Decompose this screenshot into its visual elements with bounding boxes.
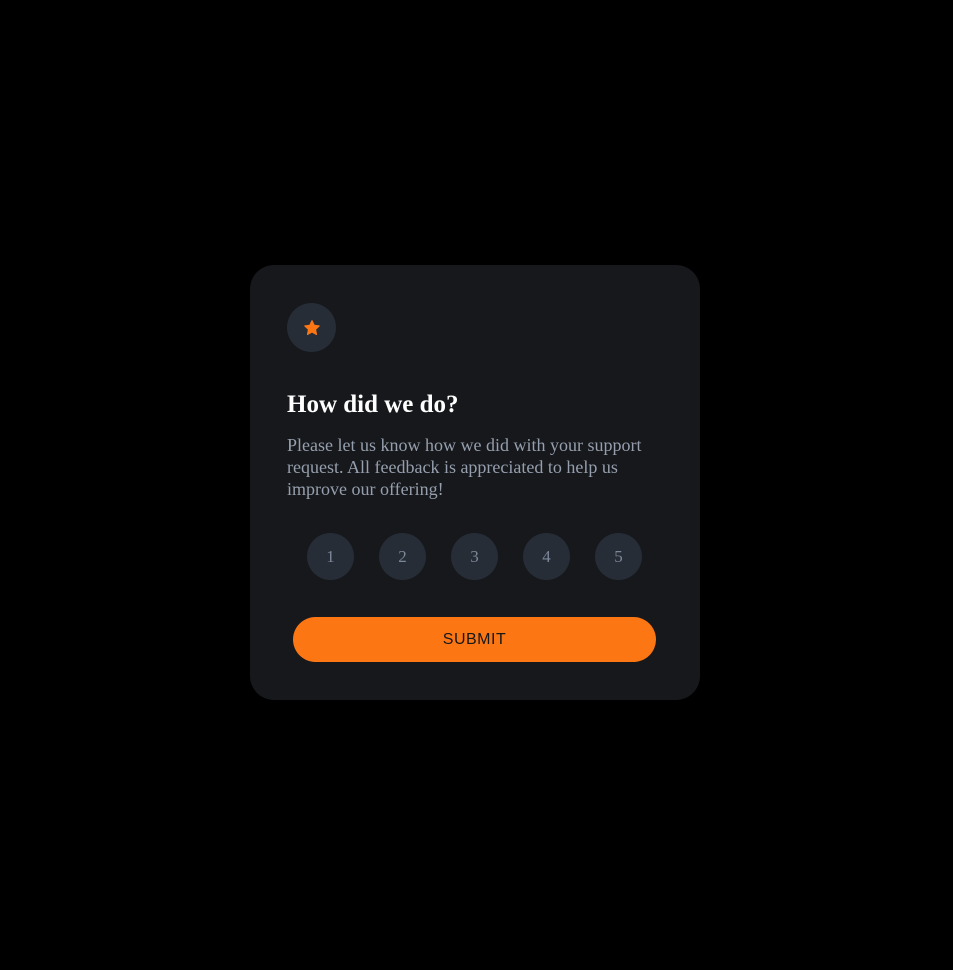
rating-button-4[interactable]: 4 (523, 533, 570, 580)
rating-button-1[interactable]: 1 (307, 533, 354, 580)
rating-button-2[interactable]: 2 (379, 533, 426, 580)
rating-card: How did we do? Please let us know how we… (250, 265, 700, 700)
page: How did we do? Please let us know how we… (0, 0, 953, 970)
star-icon-badge (287, 303, 336, 352)
submit-button[interactable]: SUBMIT (293, 617, 656, 662)
card-title: How did we do? (287, 391, 459, 418)
rating-button-5[interactable]: 5 (595, 533, 642, 580)
rating-options: 1 2 3 4 5 (307, 533, 642, 580)
rating-button-3[interactable]: 3 (451, 533, 498, 580)
card-description: Please let us know how we did with your … (287, 435, 642, 499)
star-icon (303, 319, 320, 335)
